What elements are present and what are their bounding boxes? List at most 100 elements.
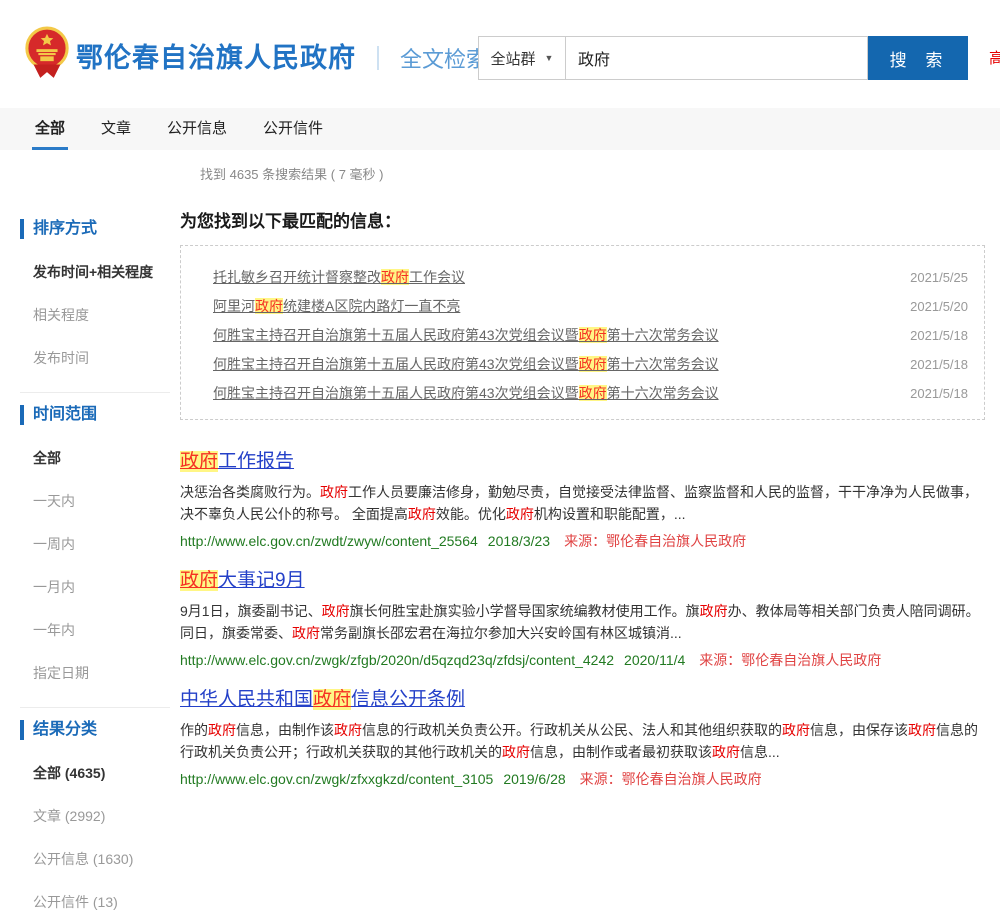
highlighted-keyword: 政府 — [579, 385, 607, 401]
search-bar: 全站群 ▼ 搜 索 — [478, 36, 968, 80]
result-title[interactable]: 政府工作报告 — [180, 446, 985, 473]
highlighted-keyword: 政府 — [381, 269, 409, 285]
search-input[interactable] — [566, 36, 868, 80]
site-title: 鄂伦春自治旗人民政府 — [76, 36, 356, 75]
best-match-date: 2021/5/18 — [910, 386, 968, 401]
result-item: 政府大事记9月9月1日，旗委副书记、政府旗长何胜宝赴旗实验小学督导国家统编教材使… — [180, 565, 985, 670]
best-match-link[interactable]: 阿里河政府统建楼A区院内路灯一直不亮 — [213, 296, 460, 316]
sidebar-divider — [20, 707, 170, 708]
highlighted-keyword: 政府 — [255, 298, 283, 314]
text-segment: 统建楼A区院内路灯一直不亮 — [283, 298, 460, 314]
best-match-box: 托扎敏乡召开统计督察整改政府工作会议2021/5/25阿里河政府统建楼A区院内路… — [180, 245, 985, 420]
highlighted-keyword: 政府 — [782, 722, 810, 738]
site-subtitle: 全文检索 — [400, 42, 488, 74]
highlighted-keyword: 政府 — [408, 506, 436, 522]
highlighted-keyword: 政府 — [712, 744, 740, 760]
result-title[interactable]: 中华人民共和国政府信息公开条例 — [180, 684, 985, 711]
sidebar-item[interactable]: 一年内 — [33, 620, 180, 640]
text-segment: 机构设置和职能配置，... — [534, 506, 686, 522]
best-match-link[interactable]: 何胜宝主持召开自治旗第十五届人民政府第43次党组会议暨政府第十六次常务会议 — [213, 383, 719, 403]
sidebar-item[interactable]: 公开信件 (13) — [33, 892, 180, 912]
best-match-date: 2021/5/18 — [910, 328, 968, 343]
result-meta: http://www.elc.gov.cn/zwgk/zfxxgkzd/cont… — [180, 769, 985, 789]
best-match-row: 何胜宝主持召开自治旗第十五届人民政府第43次党组会议暨政府第十六次常务会议 202… — [213, 383, 968, 403]
text-segment: 大事记9月 — [218, 570, 305, 591]
tab-1[interactable]: 文章 — [98, 108, 134, 150]
title-separator: ｜ — [366, 39, 390, 74]
tab-bar: 全部文章公开信息公开信件 — [0, 108, 1000, 150]
best-match-link[interactable]: 何胜宝主持召开自治旗第十五届人民政府第43次党组会议暨政府第十六次常务会议 — [213, 354, 719, 374]
result-title[interactable]: 政府大事记9月 — [180, 565, 985, 592]
sidebar-section-title: 结果分类 — [20, 720, 180, 740]
highlighted-keyword: 政府 — [579, 327, 607, 343]
text-segment: 第十六次常务会议 — [607, 327, 719, 343]
text-segment: 何胜宝主持召开自治旗第十五届人民政府第43次党组会议暨 — [213, 327, 579, 343]
sidebar-item[interactable]: 一月内 — [33, 577, 180, 597]
highlighted-keyword: 政府 — [313, 689, 351, 710]
sidebar-item[interactable]: 文章 (2992) — [33, 806, 180, 826]
text-segment: 常务副旗长邵宏君在海拉尔参加大兴安岭国有林区城镇消... — [320, 625, 682, 641]
sidebar-item[interactable]: 发布时间+相关程度 — [33, 262, 180, 282]
tab-3[interactable]: 公开信件 — [260, 108, 326, 150]
tab-0[interactable]: 全部 — [32, 108, 68, 150]
search-scope-select[interactable]: 全站群 ▼ — [478, 36, 566, 80]
result-date: 2020/11/4 — [624, 652, 685, 668]
best-match-heading: 为您找到以下最匹配的信息： — [180, 207, 985, 232]
result-item: 政府工作报告决惩治各类腐败行为。政府工作人员要廉洁修身，勤勉尽责，自觉接受法律监… — [180, 446, 985, 551]
text-segment: 作的 — [180, 722, 208, 738]
result-item: 中华人民共和国政府信息公开条例作的政府信息，由制作该政府信息的行政机关负责公开。… — [180, 684, 985, 789]
result-date: 2018/3/23 — [488, 533, 550, 549]
sidebar-item[interactable]: 一周内 — [33, 534, 180, 554]
text-segment: 工作会议 — [409, 269, 465, 285]
result-url[interactable]: http://www.elc.gov.cn/zwdt/zwyw/content_… — [180, 533, 478, 549]
best-match-link[interactable]: 何胜宝主持召开自治旗第十五届人民政府第43次党组会议暨政府第十六次常务会议 — [213, 325, 719, 345]
result-url[interactable]: http://www.elc.gov.cn/zwgk/zfxxgkzd/cont… — [180, 771, 493, 787]
chevron-down-icon: ▼ — [545, 53, 554, 63]
sidebar-item[interactable]: 一天内 — [33, 491, 180, 511]
sidebar-item[interactable]: 全部 — [33, 448, 180, 468]
text-segment: 效能。优化 — [436, 506, 506, 522]
content: 排序方式发布时间+相关程度相关程度发布时间时间范围全部一天内一周内一月内一年内指… — [0, 207, 1000, 912]
site-header: 鄂伦春自治旗人民政府 ｜ 全文检索 全站群 ▼ 搜 索 高 — [0, 0, 1000, 108]
sidebar-item[interactable]: 全部 (4635) — [33, 763, 180, 783]
text-segment: 第十六次常务会议 — [607, 385, 719, 401]
text-segment: 9月1日，旗委副书记、 — [180, 603, 322, 619]
advanced-search-link[interactable]: 高 — [989, 47, 1000, 68]
best-match-row: 阿里河政府统建楼A区院内路灯一直不亮2021/5/20 — [213, 296, 968, 316]
highlighted-keyword: 政府 — [334, 722, 362, 738]
national-emblem-logo — [24, 26, 70, 80]
text-segment: 决惩治各类腐败行为。 — [180, 484, 320, 500]
text-segment: 何胜宝主持召开自治旗第十五届人民政府第43次党组会议暨 — [213, 356, 579, 372]
highlighted-keyword: 政府 — [579, 356, 607, 372]
best-match-link[interactable]: 托扎敏乡召开统计督察整改政府工作会议 — [213, 267, 465, 287]
result-source: 来源：鄂伦春自治旗人民政府 — [580, 771, 762, 787]
sidebar-item[interactable]: 发布时间 — [33, 348, 180, 368]
text-segment: 信息，由制作该 — [236, 722, 334, 738]
result-url[interactable]: http://www.elc.gov.cn/zwgk/zfgb/2020n/d5… — [180, 652, 614, 668]
sidebar-item[interactable]: 公开信息 (1630) — [33, 849, 180, 869]
search-button[interactable]: 搜 索 — [868, 36, 968, 80]
highlighted-keyword: 政府 — [320, 484, 348, 500]
text-segment: 旗长何胜宝赴旗实验小学督导国家统编教材使用工作。旗 — [350, 603, 700, 619]
result-snippet: 作的政府信息，由制作该政府信息的行政机关负责公开。行政机关从公民、法人和其他组织… — [180, 719, 985, 763]
text-segment: 第十六次常务会议 — [607, 356, 719, 372]
text-segment: 信息，由制作或者最初获取该 — [530, 744, 712, 760]
text-segment: 信息... — [740, 744, 780, 760]
search-scope-value: 全站群 — [491, 48, 536, 69]
highlighted-keyword: 政府 — [502, 744, 530, 760]
text-segment: 何胜宝主持召开自治旗第十五届人民政府第43次党组会议暨 — [213, 385, 579, 401]
sidebar-item[interactable]: 指定日期 — [33, 663, 180, 683]
result-source: 来源：鄂伦春自治旗人民政府 — [564, 533, 746, 549]
highlighted-keyword: 政府 — [208, 722, 236, 738]
sidebar-section-title: 排序方式 — [20, 219, 180, 239]
tab-2[interactable]: 公开信息 — [164, 108, 230, 150]
text-segment: 工作报告 — [218, 451, 294, 472]
sidebar-item[interactable]: 相关程度 — [33, 305, 180, 325]
result-date: 2019/6/28 — [503, 771, 565, 787]
results-info: 找到 4635 条搜索结果 ( 7 毫秒 ) — [200, 164, 1000, 183]
sidebar: 排序方式发布时间+相关程度相关程度发布时间时间范围全部一天内一周内一月内一年内指… — [0, 207, 180, 912]
result-snippet: 决惩治各类腐败行为。政府工作人员要廉洁修身，勤勉尽责，自觉接受法律监督、监察监督… — [180, 481, 985, 525]
best-match-row: 何胜宝主持召开自治旗第十五届人民政府第43次党组会议暨政府第十六次常务会议 202… — [213, 325, 968, 345]
result-snippet: 9月1日，旗委副书记、政府旗长何胜宝赴旗实验小学督导国家统编教材使用工作。旗政府… — [180, 600, 985, 644]
highlighted-keyword: 政府 — [322, 603, 350, 619]
